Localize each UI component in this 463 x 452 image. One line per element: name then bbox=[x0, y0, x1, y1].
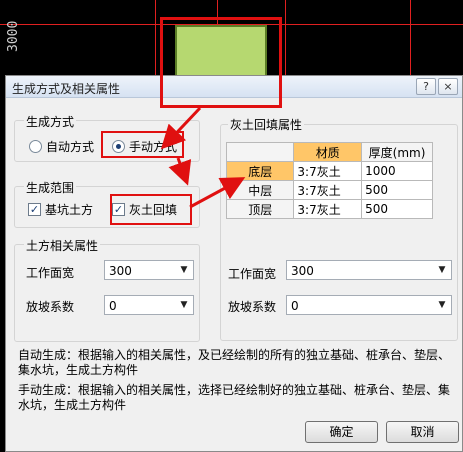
slope-label: 放坡系数 bbox=[26, 300, 75, 314]
backfill-work-width-value: 300 bbox=[291, 264, 314, 278]
row-header[interactable]: 顶层 bbox=[225, 199, 295, 219]
annotation-box bbox=[160, 17, 282, 108]
table-row: 中层 3:7灰土 500 bbox=[225, 180, 433, 200]
backfill-table: 材质 厚度(mm) 底层 3:7灰土 1000 中层 3:7灰土 500 顶层 … bbox=[225, 142, 433, 219]
earth-props-label: 土方相关属性 bbox=[24, 237, 101, 254]
table-header-row: 材质 厚度(mm) bbox=[225, 142, 433, 162]
slope-value: 0 bbox=[109, 299, 117, 313]
work-width-combo[interactable]: 300 ▼ bbox=[104, 260, 194, 280]
row-header[interactable]: 底层 bbox=[225, 161, 295, 181]
gen-scope-label: 生成范围 bbox=[24, 179, 77, 196]
ok-button[interactable]: 确定 bbox=[305, 421, 378, 443]
work-width-label: 工作面宽 bbox=[26, 266, 75, 280]
row-header[interactable]: 中层 bbox=[225, 180, 295, 200]
checkbox-pit[interactable]: ✓ 基坑土方 bbox=[28, 201, 93, 218]
chevron-down-icon: ▼ bbox=[180, 265, 188, 275]
thickness-cell[interactable]: 500 bbox=[361, 180, 433, 200]
thickness-cell[interactable]: 500 bbox=[361, 199, 433, 219]
dialog-title: 生成方式及相关属性 bbox=[12, 82, 121, 96]
table-row: 顶层 3:7灰土 500 bbox=[225, 199, 433, 219]
grid-line bbox=[155, 0, 156, 75]
work-width-value: 300 bbox=[109, 264, 132, 278]
col-header-material[interactable]: 材质 bbox=[293, 142, 363, 162]
table-corner bbox=[225, 142, 295, 162]
chevron-down-icon: ▼ bbox=[438, 265, 446, 275]
backfill-slope-value: 0 bbox=[291, 299, 299, 313]
radio-auto-icon bbox=[29, 140, 42, 153]
material-cell[interactable]: 3:7灰土 bbox=[293, 161, 363, 181]
backfill-props-label: 灰土回填属性 bbox=[228, 116, 305, 133]
properties-dialog: 生成方式及相关属性 ? × 生成方式 自动方式 手动方式 生成范围 ✓ 基坑土方… bbox=[5, 75, 463, 452]
desc-auto: 自动生成：根据输入的相关属性，及已经绘制的所有的独立基础、桩承台、垫层、集水坑，… bbox=[18, 348, 451, 377]
gen-method-label: 生成方式 bbox=[24, 113, 77, 130]
material-cell[interactable]: 3:7灰土 bbox=[293, 199, 363, 219]
col-header-thickness[interactable]: 厚度(mm) bbox=[361, 142, 433, 162]
slope-combo[interactable]: 0 ▼ bbox=[104, 295, 194, 315]
help-button[interactable]: ? bbox=[416, 78, 436, 95]
annotation-frame bbox=[110, 194, 192, 225]
grid-line bbox=[285, 0, 286, 75]
dimension-label: 3000 bbox=[6, 20, 21, 52]
thickness-cell[interactable]: 1000 bbox=[361, 161, 433, 181]
chevron-down-icon: ▼ bbox=[180, 300, 188, 310]
backfill-work-width-combo[interactable]: 300 ▼ bbox=[286, 260, 452, 280]
backfill-slope-label: 放坡系数 bbox=[228, 300, 277, 314]
annotation-frame bbox=[101, 131, 184, 158]
radio-auto-label: 自动方式 bbox=[46, 140, 95, 154]
grid-line bbox=[410, 0, 411, 75]
checkbox-pit-icon: ✓ bbox=[28, 203, 41, 216]
radio-auto[interactable]: 自动方式 bbox=[29, 138, 94, 155]
chevron-down-icon: ▼ bbox=[438, 300, 446, 310]
material-cell[interactable]: 3:7灰土 bbox=[293, 180, 363, 200]
close-button[interactable]: × bbox=[438, 78, 458, 95]
table-row: 底层 3:7灰土 1000 bbox=[225, 161, 433, 181]
backfill-work-width-label: 工作面宽 bbox=[228, 267, 277, 281]
backfill-slope-combo[interactable]: 0 ▼ bbox=[286, 295, 452, 315]
desc-manual: 手动生成：根据输入的相关属性，选择已经绘制好的独立基础、桩承台、垫层、集水坑，生… bbox=[18, 383, 451, 412]
checkbox-pit-label: 基坑土方 bbox=[45, 203, 94, 217]
earth-props-group bbox=[14, 244, 200, 342]
cancel-button[interactable]: 取消 bbox=[386, 421, 459, 443]
